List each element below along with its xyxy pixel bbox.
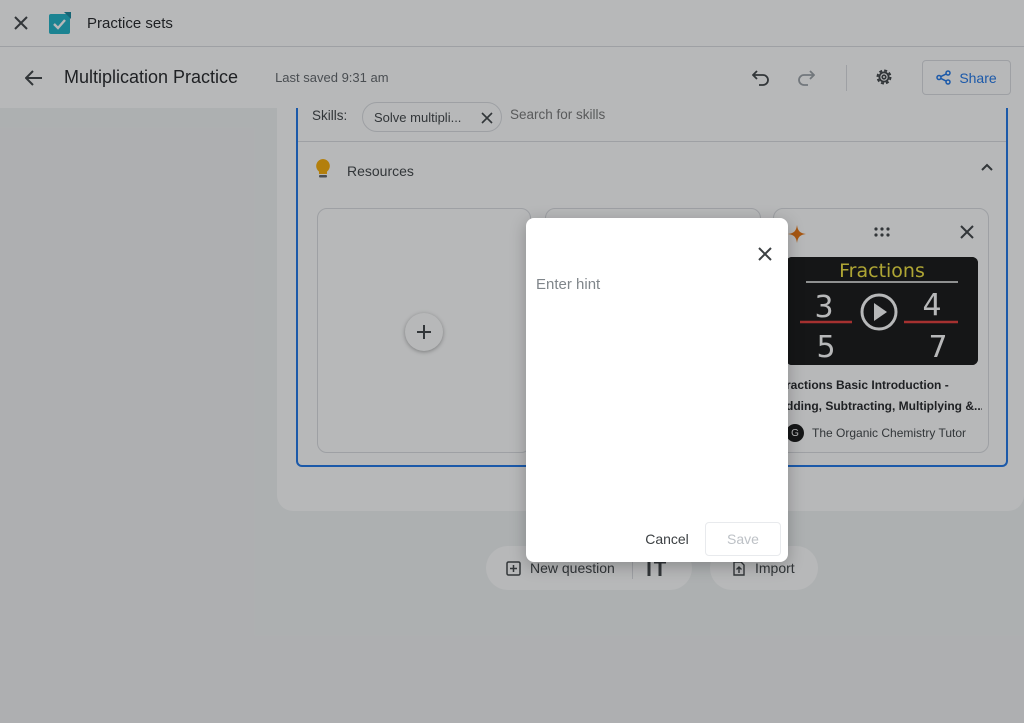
dialog-close-button[interactable] xyxy=(753,242,777,266)
hint-dialog: Cancel Save xyxy=(526,218,788,562)
save-button[interactable]: Save xyxy=(705,522,781,556)
hint-input[interactable] xyxy=(536,276,776,476)
cancel-button[interactable]: Cancel xyxy=(634,523,700,555)
modal-scrim[interactable] xyxy=(0,0,1024,723)
close-icon xyxy=(758,247,772,261)
